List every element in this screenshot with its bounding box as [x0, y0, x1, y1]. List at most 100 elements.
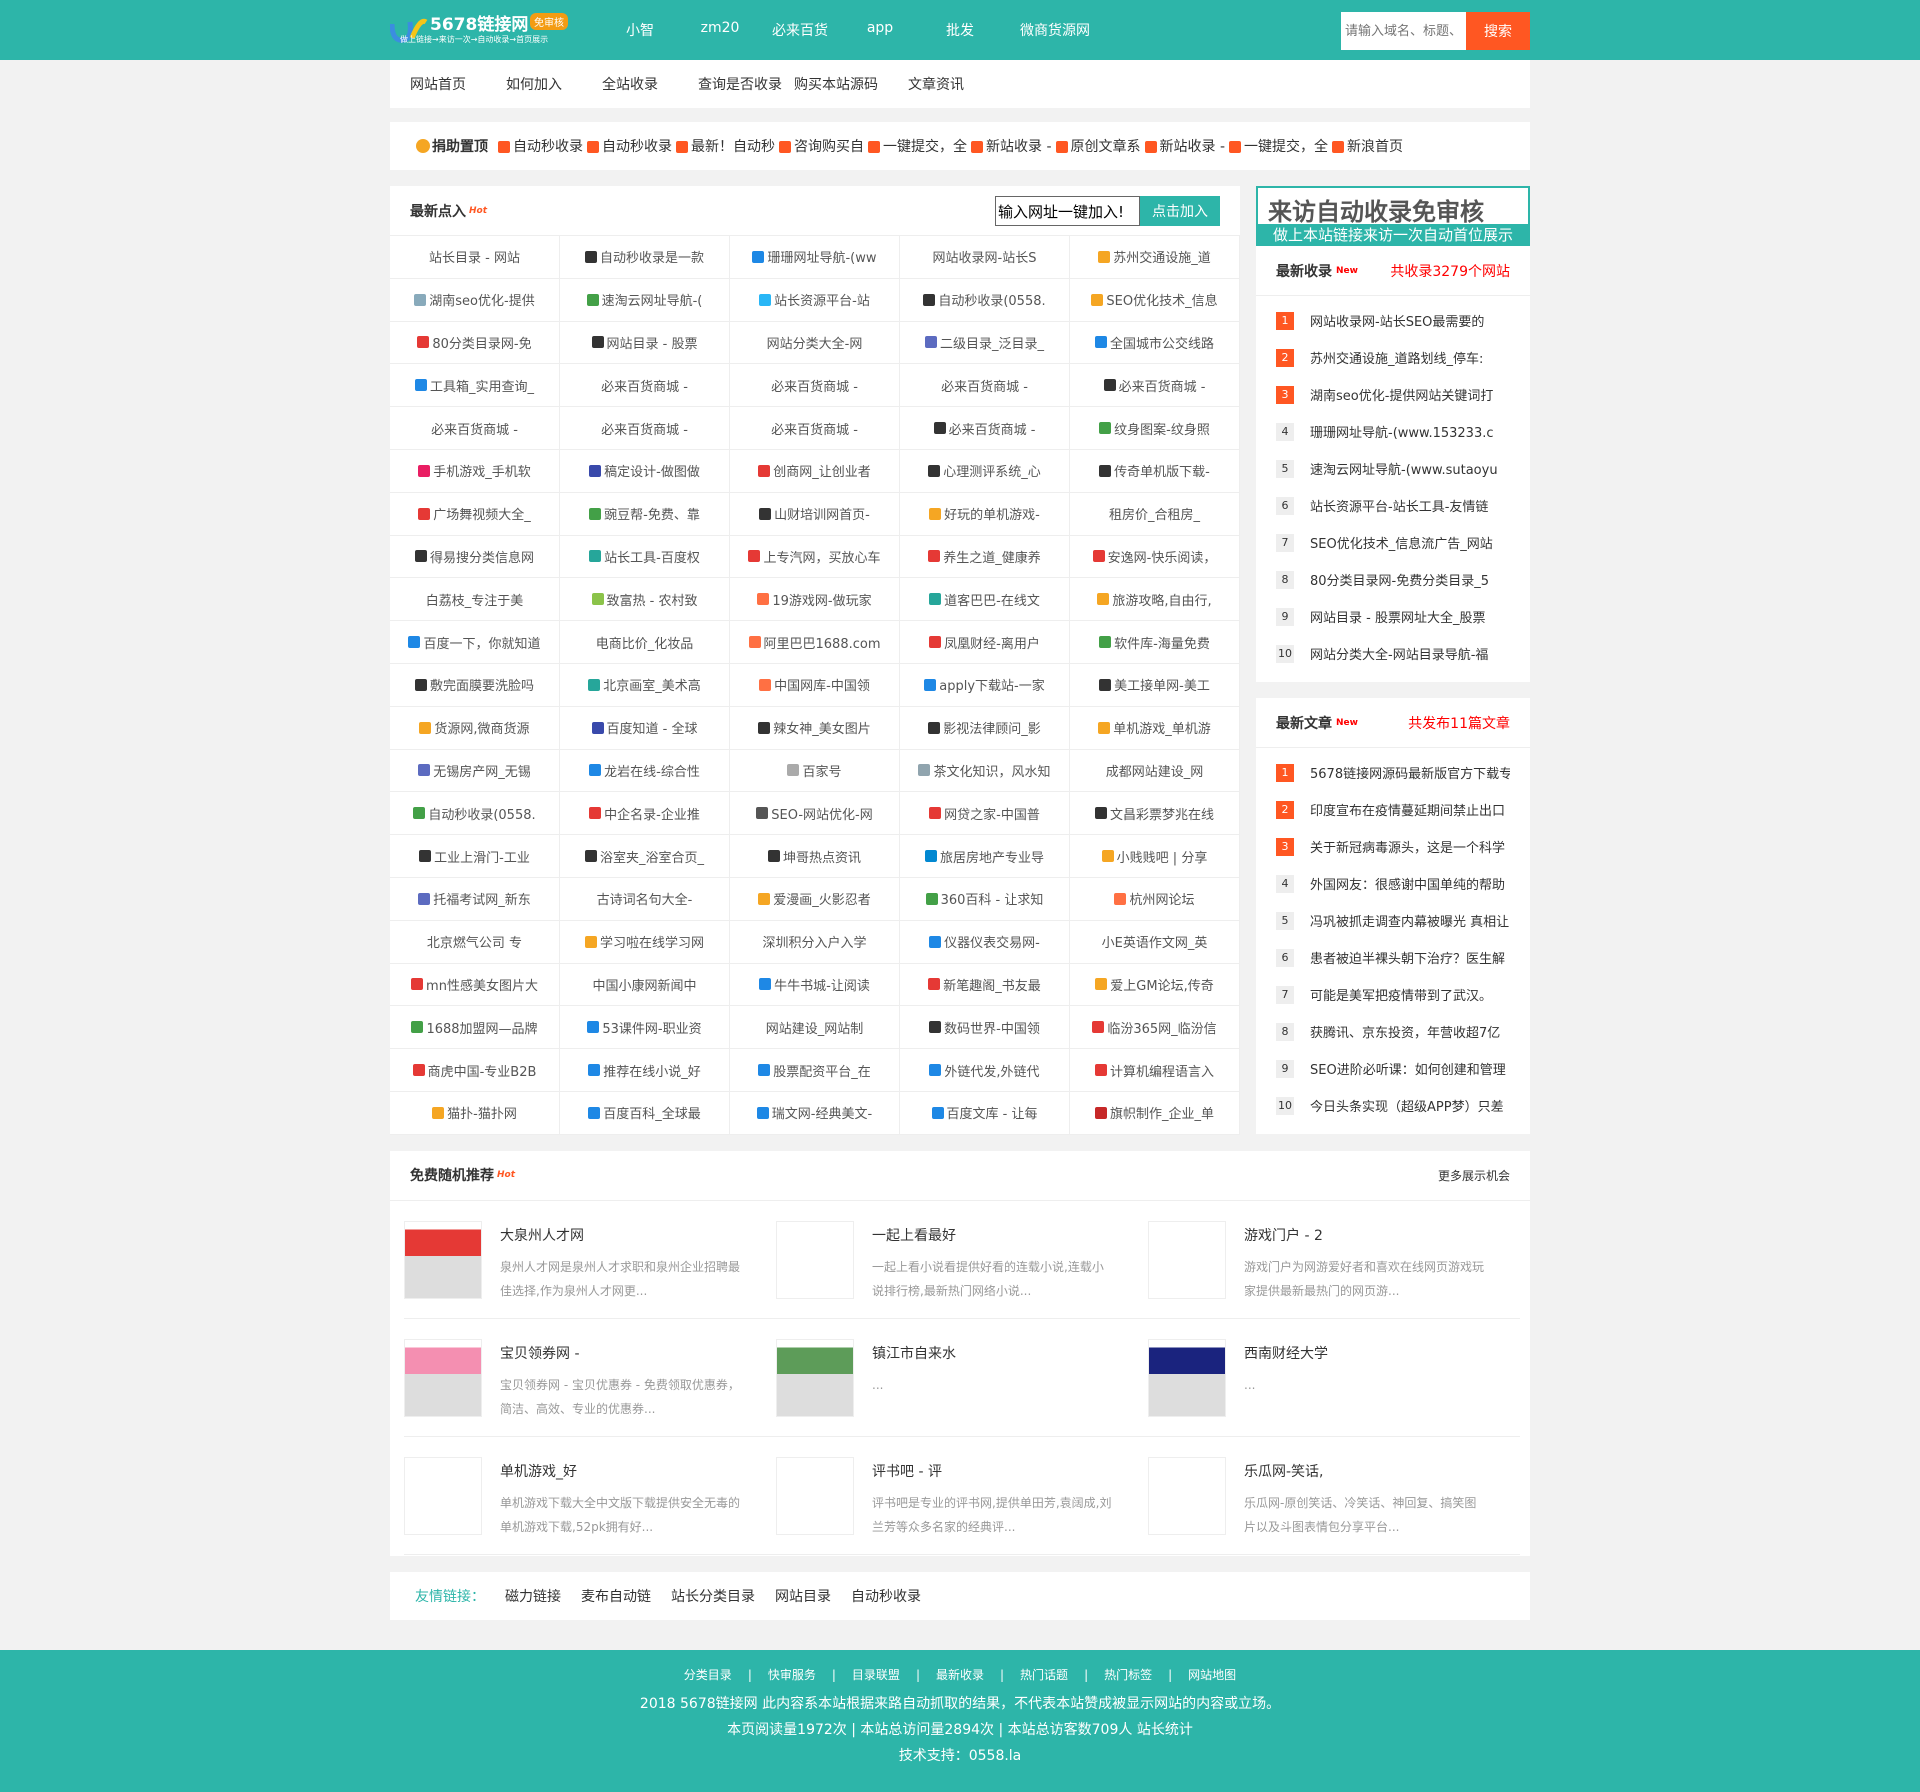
site-link[interactable]: 百度百科_全球最 [560, 1091, 730, 1135]
site-link[interactable]: 必来百货商城 - [900, 407, 1070, 450]
site-link[interactable]: 美工接单网-美工 [1070, 663, 1240, 707]
recommend-title[interactable]: 评书吧 - 评 [872, 1461, 1112, 1481]
site-link[interactable]: 站长目录 - 网站 [390, 236, 560, 279]
sponsor-item[interactable]: 一键提交，全 [1229, 139, 1328, 155]
site-link[interactable]: 软件库-海量免费 [1070, 621, 1240, 664]
subnav-articles[interactable]: 文章资讯 [908, 74, 964, 94]
recommend-title[interactable]: 西南财经大学 [1244, 1343, 1484, 1363]
friend-link[interactable]: 站长分类目录 [671, 1586, 755, 1606]
sponsor-item[interactable]: 新站收录 - [1144, 139, 1225, 155]
footer-nav-link[interactable]: 快审服务 [768, 1668, 816, 1682]
subnav-join[interactable]: 如何加入 [506, 74, 562, 94]
site-link[interactable]: 稿定设计-做图做 [560, 449, 730, 493]
site-link[interactable]: 旗帜制作_企业_单 [1070, 1091, 1240, 1135]
site-link[interactable]: 山财培训网首页- [730, 492, 900, 536]
site-link[interactable]: 北京燃气公司 专 [390, 920, 560, 964]
recommend-title[interactable]: 一起上看最好 [872, 1225, 1112, 1245]
site-link[interactable]: 53课件网-职业资 [560, 1006, 730, 1050]
site-link[interactable]: 外链代发,外链代 [900, 1049, 1070, 1092]
site-thumbnail[interactable] [776, 1220, 854, 1299]
site-link[interactable]: 安逸网-快乐阅读， [1070, 535, 1240, 579]
recommend-title[interactable]: 宝贝领券网 - [500, 1343, 740, 1363]
site-link[interactable]: 临汾365网_临汾信 [1070, 1006, 1240, 1050]
site-link[interactable]: 纹身图案-纹身照 [1070, 407, 1240, 450]
site-thumbnail[interactable] [1148, 1456, 1226, 1535]
site-link[interactable]: 凤凰财经-离用户 [900, 621, 1070, 664]
site-link[interactable]: 必来百货商城 - [730, 364, 900, 408]
recommend-item[interactable]: 大泉州人才网 泉州人才网是泉州人才求职和泉州企业招聘最佳选择,作为泉州人才网更..… [404, 1201, 776, 1319]
site-link[interactable]: 无锡房产网_无锡 [390, 749, 560, 793]
recommend-item[interactable]: 乐瓜网-笑话, 乐瓜网-原创笑话、冷笑话、神回复、搞笑图片以及斗图表情包分享平台.… [1148, 1437, 1520, 1555]
site-link[interactable]: mn性感美女图片大 [390, 963, 560, 1007]
site-link[interactable]: apply下载站-一家 [900, 663, 1070, 707]
site-link[interactable]: 网站目录 - 股票 [560, 321, 730, 365]
recommend-title[interactable]: 镇江市自来水 [872, 1343, 1112, 1363]
site-link[interactable]: 网贷之家-中国普 [900, 792, 1070, 836]
site-link[interactable]: 中企名录-企业推 [560, 792, 730, 836]
subnav-buy[interactable]: 购买本站源码 [794, 74, 878, 94]
newest-item[interactable]: 5 速淘云网址导航-(www.sutaoyu [1276, 450, 1510, 487]
site-link[interactable]: 旅游攻略,自由行, [1070, 578, 1240, 622]
site-link[interactable]: 好玩的单机游戏- [900, 492, 1070, 536]
site-link[interactable]: 仪器仪表交易网- [900, 920, 1070, 964]
site-link[interactable]: 茶文化知识，风水知 [900, 749, 1070, 793]
sponsor-item[interactable]: 自动秒收录 [587, 139, 672, 155]
site-link[interactable]: 自动秒收录(0558. [900, 278, 1070, 322]
site-link[interactable]: 杭州网论坛 [1070, 877, 1240, 921]
site-link[interactable]: 推荐在线小说_好 [560, 1049, 730, 1092]
site-link[interactable]: 敷完面膜要洗脸吗 [390, 663, 560, 707]
site-link[interactable]: 百度文库 - 让每 [900, 1091, 1070, 1135]
site-link[interactable]: SEO优化技术_信息 [1070, 278, 1240, 322]
site-link[interactable]: 百度知道 - 全球 [560, 706, 730, 750]
site-link[interactable]: 致富热 - 农村致 [560, 578, 730, 622]
site-link[interactable]: 网站分类大全-网 [730, 321, 900, 365]
site-link[interactable]: 湖南seo优化-提供 [390, 278, 560, 322]
site-link[interactable]: 白荔枝_专注于美 [390, 578, 560, 622]
newest-item[interactable]: 6 站长资源平台-站长工具-友情链 [1276, 487, 1510, 524]
site-link[interactable]: 爱漫画_火影忍者 [730, 877, 900, 921]
site-link[interactable]: 成都网站建设_网 [1070, 749, 1240, 793]
site-link[interactable]: 网站建设_网站制 [730, 1006, 900, 1050]
articles-item[interactable]: 5 冯巩被抓走调查内幕被曝光 真相让 [1276, 902, 1510, 939]
site-link[interactable]: 商虎中国-专业B2B [390, 1049, 560, 1092]
site-link[interactable]: 道客巴巴-在线文 [900, 578, 1070, 622]
site-thumbnail[interactable] [404, 1220, 482, 1299]
site-thumbnail[interactable] [1148, 1220, 1226, 1299]
articles-item[interactable]: 7 可能是美军把疫情带到了武汉。 [1276, 976, 1510, 1013]
recommend-title[interactable]: 单机游戏_好 [500, 1461, 740, 1481]
site-link[interactable]: 广场舞视频大全_ [390, 492, 560, 536]
subnav-all[interactable]: 全站收录 [602, 74, 658, 94]
site-thumbnail[interactable] [404, 1456, 482, 1535]
site-link[interactable]: 小贱贱吧 | 分享 [1070, 835, 1240, 878]
site-link[interactable]: 传奇单机版下载- [1070, 449, 1240, 493]
site-link[interactable]: 百家号 [730, 749, 900, 793]
site-link[interactable]: 得易搜分类信息网 [390, 535, 560, 579]
add-url-input[interactable] [995, 196, 1140, 226]
site-thumbnail[interactable] [776, 1456, 854, 1535]
footer-nav-link[interactable]: 网站地图 [1188, 1668, 1236, 1682]
site-link[interactable]: 猫扑-猫扑网 [390, 1091, 560, 1135]
site-link[interactable]: 股票配资平台_在 [730, 1049, 900, 1092]
recommend-title[interactable]: 乐瓜网-笑话, [1244, 1461, 1484, 1481]
site-link[interactable]: 学习啦在线学习网 [560, 920, 730, 964]
site-link[interactable]: 阿里巴巴1688.com [730, 621, 900, 664]
site-link[interactable]: 新笔趣阁_书友最 [900, 963, 1070, 1007]
site-link[interactable]: 中国小康网新闻中 [560, 963, 730, 1007]
friend-link[interactable]: 自动秒收录 [851, 1586, 921, 1606]
more-link[interactable]: 更多展示机会 [1438, 1167, 1510, 1184]
newest-item[interactable]: 7 SEO优化技术_信息流广告_网站 [1276, 524, 1510, 561]
site-link[interactable]: 数码世界-中国领 [900, 1006, 1070, 1050]
site-link[interactable]: 电商比价_化妆品 [560, 621, 730, 664]
site-link[interactable]: 计算机编程语言入 [1070, 1049, 1240, 1092]
site-link[interactable]: 自动秒收录是一款 [560, 236, 730, 279]
search-button[interactable]: 搜索 [1466, 12, 1530, 50]
footer-nav-link[interactable]: 目录联盟 [852, 1668, 900, 1682]
site-link[interactable]: 牛牛书城-让阅读 [730, 963, 900, 1007]
site-link[interactable]: 80分类目录网-免 [390, 321, 560, 365]
friend-link[interactable]: 麦布自动链 [581, 1586, 651, 1606]
newest-item[interactable]: 8 80分类目录网-免费分类目录_5 [1276, 561, 1510, 598]
site-link[interactable]: 龙岩在线-综合性 [560, 749, 730, 793]
articles-item[interactable]: 1 5678链接网源码最新版官方下载专 [1276, 754, 1510, 791]
site-link[interactable]: 租房价_合租房_ [1070, 492, 1240, 536]
recommend-item[interactable]: 游戏门户 - 2 游戏门户为网游爱好者和喜欢在线网页游戏玩家提供最新最热门的网页游… [1148, 1201, 1520, 1319]
